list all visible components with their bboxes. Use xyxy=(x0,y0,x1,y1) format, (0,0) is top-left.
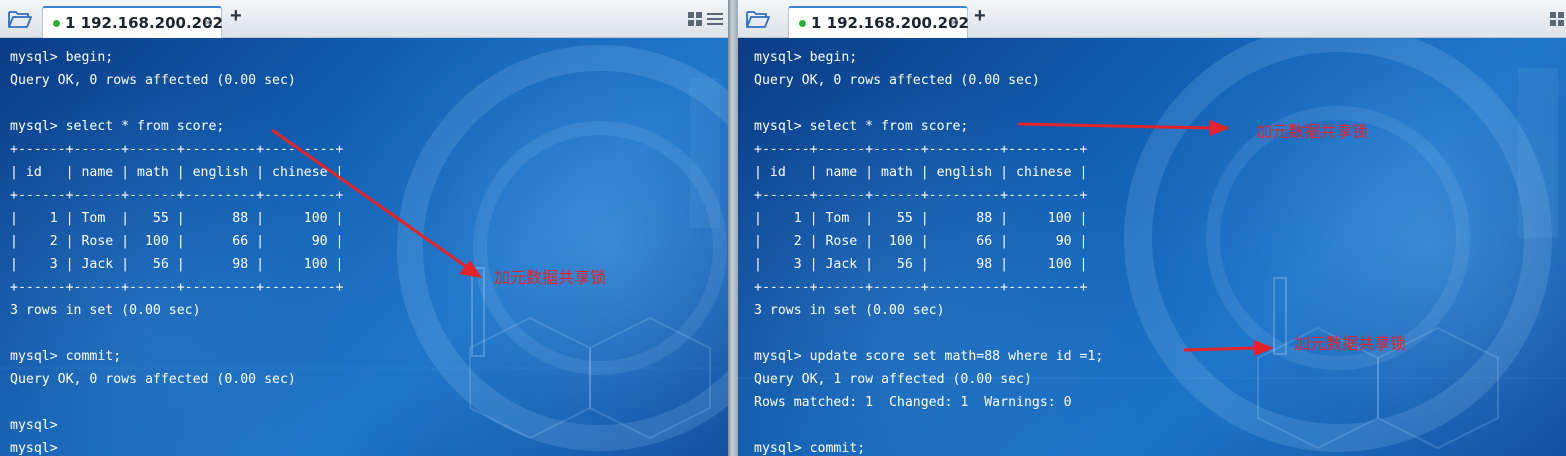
terminal-line: | id | name | math | english | chinese | xyxy=(754,165,1088,180)
tab-bar: 1 192.168.200.202 × + xyxy=(0,0,728,38)
terminal-line: +------+------+------+---------+--------… xyxy=(754,188,1088,203)
terminal-lines: mysql> begin; Query OK, 0 rows affected … xyxy=(754,46,1103,456)
terminal-line: 3 rows in set (0.00 sec) xyxy=(10,303,201,318)
folder-open-icon[interactable] xyxy=(746,9,770,29)
terminal-line: +------+------+------+---------+--------… xyxy=(754,280,1088,295)
terminal-pane-right[interactable]: 1 192.168.200.202 × + mysql> begin; Quer… xyxy=(738,0,1566,456)
terminal-line: mysql> xyxy=(10,441,58,456)
terminal-line: | 1 | Tom | 55 | 88 | 100 | xyxy=(754,211,1088,226)
annotation-label: 加元数据共享锁 xyxy=(494,268,607,287)
terminal-line: Rows matched: 1 Changed: 1 Warnings: 0 xyxy=(754,395,1072,410)
terminal-line: 3 rows in set (0.00 sec) xyxy=(754,303,945,318)
terminal-line: | 2 | Rose | 100 | 66 | 90 | xyxy=(754,234,1088,249)
terminal-output[interactable]: mysql> begin; Query OK, 0 rows affected … xyxy=(738,38,1566,456)
terminal-line: mysql> select * from score; xyxy=(754,119,969,134)
terminal-line: +------+------+------+---------+--------… xyxy=(10,188,344,203)
tab-bar: 1 192.168.200.202 × + xyxy=(738,0,1566,38)
terminal-line: +------+------+------+---------+--------… xyxy=(754,142,1088,157)
terminal-line: mysql> commit; xyxy=(10,349,122,364)
terminal-pane-left[interactable]: 1 192.168.200.202 × + mysql> begin; Quer… xyxy=(0,0,728,456)
terminal-line: | id | name | math | english | chinese | xyxy=(10,165,344,180)
terminal-line: mysql> begin; xyxy=(10,50,114,65)
session-tab-label: 1 192.168.200.202 xyxy=(811,14,969,32)
terminal-line: | 3 | Jack | 56 | 98 | 100 | xyxy=(10,257,344,272)
terminal-line: +------+------+------+---------+--------… xyxy=(10,142,344,157)
annotation-label: 加元数据共享锁 xyxy=(1294,334,1407,353)
layout-grid-icon[interactable] xyxy=(688,11,724,27)
terminal-line: | 3 | Jack | 56 | 98 | 100 | xyxy=(754,257,1088,272)
terminal-line: +------+------+------+---------+--------… xyxy=(10,280,344,295)
session-tab-label: 1 192.168.200.202 xyxy=(65,14,223,32)
layout-grid-icon[interactable] xyxy=(1550,11,1564,27)
terminal-line: mysql> begin; xyxy=(754,50,858,65)
pane-splitter[interactable] xyxy=(728,0,738,456)
terminal-line: mysql> commit; xyxy=(754,441,866,456)
terminal-line: mysql> select * from score; xyxy=(10,119,225,134)
terminal-line: Query OK, 1 row affected (0.00 sec) xyxy=(754,372,1032,387)
annotation-label: 加元数据共享锁 xyxy=(1256,122,1369,141)
connected-status-dot xyxy=(799,20,806,27)
plus-icon[interactable]: + xyxy=(230,5,242,28)
session-tab[interactable]: 1 192.168.200.202 × xyxy=(788,6,969,38)
terminal-line: mysql> xyxy=(10,418,58,433)
terminal-output[interactable]: mysql> begin; Query OK, 0 rows affected … xyxy=(0,38,728,456)
close-icon[interactable]: × xyxy=(204,14,212,30)
connected-status-dot xyxy=(53,20,60,27)
folder-open-icon[interactable] xyxy=(8,9,32,29)
terminal-line: mysql> update score set math=88 where id… xyxy=(754,349,1104,364)
terminal-line: | 1 | Tom | 55 | 88 | 100 | xyxy=(10,211,344,226)
terminal-line: | 2 | Rose | 100 | 66 | 90 | xyxy=(10,234,344,249)
terminal-line: Query OK, 0 rows affected (0.00 sec) xyxy=(754,73,1040,88)
plus-icon[interactable]: + xyxy=(974,5,986,28)
session-tab[interactable]: 1 192.168.200.202 × xyxy=(42,6,223,38)
terminal-line: Query OK, 0 rows affected (0.00 sec) xyxy=(10,372,296,387)
terminal-line: Query OK, 0 rows affected (0.00 sec) xyxy=(10,73,296,88)
close-icon[interactable]: × xyxy=(950,14,958,30)
terminal-lines: mysql> begin; Query OK, 0 rows affected … xyxy=(10,46,343,456)
